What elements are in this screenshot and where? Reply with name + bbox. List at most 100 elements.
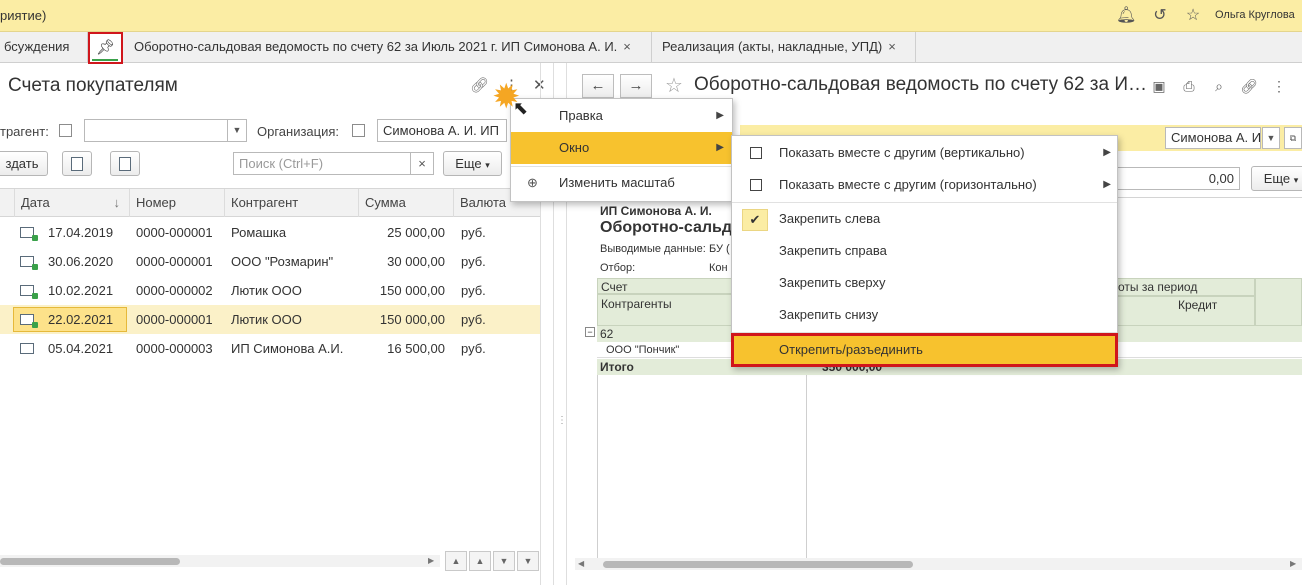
- tab-discussions[interactable]: бсуждения: [0, 32, 88, 63]
- column-contractor[interactable]: Контрагент: [224, 189, 358, 217]
- link-icon[interactable]: 🔗︎: [470, 76, 489, 94]
- close-icon[interactable]: ×: [888, 39, 896, 54]
- zoom-icon: ⊕: [527, 175, 538, 190]
- cell-number: 0000-000001: [136, 312, 213, 327]
- cell-date: 30.06.2020: [48, 254, 114, 269]
- preview-icon[interactable]: ⌕: [1208, 75, 1230, 97]
- tab-label: Оборотно-сальдовая ведомость по счету 62…: [134, 39, 618, 54]
- table-row[interactable]: 10.02.2021 0000-000002 Лютик ООО 150 000…: [0, 276, 540, 305]
- org-filter-label: Организация:: [257, 124, 340, 139]
- submenu-pin-left[interactable]: ✔ Закрепить слева: [732, 203, 1117, 235]
- forward-button[interactable]: →: [620, 74, 652, 98]
- tab-report[interactable]: Оборотно-сальдовая ведомость по счету 62…: [130, 32, 652, 63]
- submenu-unpin[interactable]: Открепить/разъединить: [731, 333, 1118, 367]
- bell-icon[interactable]: 🔔︎: [1116, 6, 1136, 26]
- table-row[interactable]: 17.04.2019 0000-000001 Ромашка 25 000,00…: [0, 218, 540, 247]
- search-input[interactable]: Поиск (Ctrl+F): [233, 152, 411, 175]
- column-sum[interactable]: Сумма: [358, 189, 452, 217]
- cell-sum: 150 000,00: [379, 312, 445, 327]
- cell-contractor: ООО "Розмарин": [231, 254, 334, 269]
- submenu-pin-right[interactable]: Закрепить справа: [732, 235, 1117, 267]
- history-icon[interactable]: ↺: [1150, 6, 1170, 26]
- split-vertical-icon: [750, 147, 762, 159]
- print-icon[interactable]: ⎙: [1178, 75, 1200, 97]
- column-number[interactable]: Номер: [129, 189, 223, 217]
- org-filter-checkbox[interactable]: [352, 124, 365, 137]
- amount-field[interactable]: 0,00: [1110, 167, 1240, 190]
- column-date[interactable]: Дата ↓: [14, 189, 126, 217]
- header-contractors-label: Контрагенты: [601, 297, 672, 311]
- total-label: Итого: [600, 360, 634, 374]
- submenu-pin-top[interactable]: Закрепить сверху: [732, 267, 1117, 299]
- chevron-down-icon: ▾: [485, 160, 490, 170]
- submenu-label: Открепить/разъединить: [779, 342, 923, 357]
- menu-item-label: Окно: [559, 140, 590, 155]
- search-clear-button[interactable]: ×: [410, 152, 434, 175]
- prev-page-button[interactable]: ▲: [469, 551, 491, 571]
- save-icon[interactable]: ▣: [1148, 75, 1170, 97]
- last-page-button[interactable]: ▼: [517, 551, 539, 571]
- unpost-icon: [119, 157, 131, 171]
- collapse-icon[interactable]: −: [585, 327, 595, 337]
- more-label: Еще: [1263, 171, 1291, 186]
- first-page-button[interactable]: ▲: [445, 551, 467, 571]
- chevron-down-icon[interactable]: ▼: [1262, 127, 1280, 149]
- menu-item-label: Правка: [559, 108, 603, 123]
- org-filter-input[interactable]: Симонова А. И. ИП: [377, 119, 507, 142]
- table-row-selected[interactable]: 22.02.2021 0000-000001 Лютик ООО 150 000…: [0, 305, 540, 334]
- grid-line: [806, 375, 807, 568]
- split-horizontal-icon: [750, 179, 762, 191]
- menu-item-zoom[interactable]: ⊕ Изменить масштаб: [511, 167, 732, 199]
- contractor-name: ООО "Пончик": [606, 344, 680, 356]
- submenu-label: Показать вместе с другим (вертикально): [779, 145, 1025, 160]
- table-row[interactable]: 05.04.2021 0000-000003 ИП Симонова А.И. …: [0, 334, 540, 363]
- close-icon[interactable]: ×: [623, 39, 631, 54]
- tab-label: Реализация (акты, накладные, УПД): [662, 39, 883, 54]
- horizontal-scrollbar[interactable]: [0, 555, 440, 567]
- chevron-down-icon[interactable]: ▼: [227, 119, 247, 142]
- link-icon[interactable]: 🔗︎: [1238, 75, 1260, 97]
- cell-number: 0000-000003: [136, 341, 213, 356]
- header-turnover-label: оты за период: [1118, 280, 1198, 294]
- submenu-label: Закрепить слева: [779, 211, 881, 226]
- menu-item-window[interactable]: Окно ▶: [511, 132, 732, 164]
- star-icon[interactable]: ☆: [1183, 6, 1203, 26]
- output-label: Выводимые данные:: [600, 243, 706, 255]
- scroll-right-icon[interactable]: ▶: [1290, 559, 1296, 568]
- tab-sales[interactable]: Реализация (акты, накладные, УПД) ×: [658, 32, 916, 63]
- back-button[interactable]: ←: [582, 74, 614, 98]
- cell-currency: руб.: [461, 283, 486, 298]
- contractor-filter-checkbox[interactable]: [59, 124, 72, 137]
- chevron-right-icon: ▶: [1103, 147, 1111, 158]
- menu-item-edit[interactable]: Правка ▶: [511, 100, 732, 132]
- organization-input[interactable]: Симонова А. И.: [1165, 127, 1261, 149]
- chevron-down-icon: ▾: [1293, 175, 1299, 185]
- horizontal-scrollbar[interactable]: [575, 558, 1302, 570]
- submenu-show-horizontal[interactable]: Показать вместе с другим (горизонтально)…: [732, 169, 1117, 201]
- create-button[interactable]: здать: [0, 151, 48, 176]
- scroll-right-icon[interactable]: ▶: [428, 556, 434, 565]
- cell-contractor: ИП Симонова А.И.: [231, 341, 344, 356]
- more-button[interactable]: Еще ▾: [443, 151, 502, 176]
- scroll-left-icon[interactable]: ◀: [578, 559, 584, 568]
- header-credit-label: Кредит: [1178, 298, 1218, 312]
- post-doc-button[interactable]: [62, 151, 92, 176]
- scrollbar-thumb[interactable]: [603, 561, 913, 568]
- contractor-filter-input[interactable]: [84, 119, 228, 142]
- cell-currency: руб.: [461, 254, 486, 269]
- star-icon[interactable]: ☆: [665, 73, 683, 98]
- user-name[interactable]: Ольга Круглова: [1215, 9, 1295, 21]
- submenu-pin-bottom[interactable]: Закрепить снизу: [732, 299, 1117, 331]
- table-row[interactable]: 30.06.2020 0000-000001 ООО "Розмарин" 30…: [0, 247, 540, 276]
- app-title: риятие): [0, 8, 47, 23]
- more-actions-icon[interactable]: ⋮: [1268, 75, 1290, 97]
- open-icon[interactable]: ⧉: [1284, 127, 1302, 149]
- submenu-label: Закрепить справа: [779, 243, 887, 258]
- scrollbar-thumb[interactable]: [0, 558, 180, 565]
- context-menu: Правка ▶ Окно ▶ ⊕ Изменить масштаб: [510, 98, 733, 202]
- submenu-show-vertical[interactable]: Показать вместе с другим (вертикально) ▶: [732, 137, 1117, 169]
- more-button[interactable]: Еще ▾: [1251, 166, 1302, 191]
- unpost-doc-button[interactable]: [110, 151, 140, 176]
- next-page-button[interactable]: ▼: [493, 551, 515, 571]
- cell-contractor: Ромашка: [231, 225, 287, 240]
